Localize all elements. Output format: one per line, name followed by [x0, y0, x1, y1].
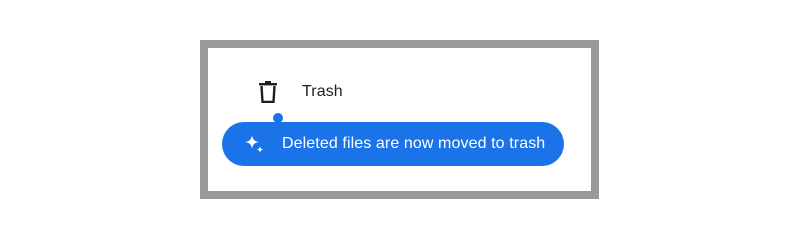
toast-message: Deleted files are now moved to trash [282, 135, 546, 152]
trash-icon [256, 80, 280, 104]
callout-frame: Trash Deleted files are now moved to tra… [200, 40, 599, 199]
feature-toast: Deleted files are now moved to trash [222, 122, 564, 166]
sparkle-icon [242, 132, 266, 156]
nav-item-trash[interactable]: Trash [256, 76, 343, 108]
nav-item-label: Trash [302, 83, 343, 100]
